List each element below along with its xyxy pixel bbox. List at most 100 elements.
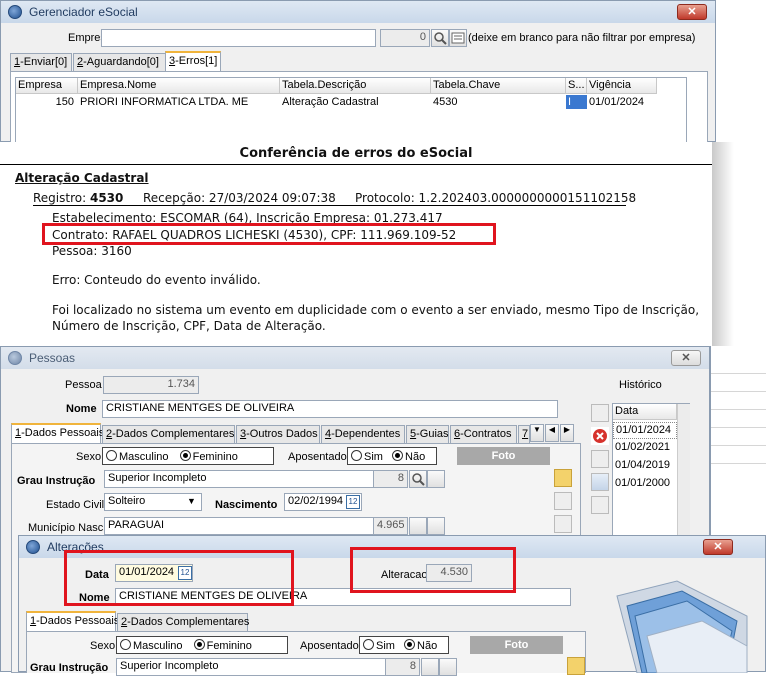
tab-dados-complementares[interactable]: 2-Dados Complementares <box>102 425 235 444</box>
folder-illustration-icon <box>616 580 748 673</box>
search-icon[interactable] <box>431 29 449 47</box>
foto-button[interactable]: Foto <box>470 636 563 654</box>
grau-instrucao-code[interactable]: 8 <box>385 658 420 676</box>
cell-tabela-chave: 4530 <box>433 96 458 108</box>
nome-input[interactable]: CRISTIANE MENTGES DE OLIVEIRA <box>102 400 558 418</box>
sexo-masculino-radio[interactable]: Masculino <box>106 450 169 463</box>
col-empresa[interactable]: Empresa <box>16 78 78 94</box>
pessoas-tabs: 1-Dados Pessoais 2-Dados Complementares … <box>11 423 581 444</box>
gerenciador-title: Gerenciador eSocial <box>29 5 138 19</box>
tab-more[interactable]: 7 <box>518 425 530 444</box>
message-line-2: Número de Inscrição, CPF, Data de Altera… <box>52 319 326 333</box>
cancel-icon[interactable] <box>591 427 609 445</box>
list-icon[interactable] <box>449 29 467 47</box>
window-icon[interactable] <box>591 473 609 491</box>
close-button[interactable]: ✕ <box>703 539 733 555</box>
grau-instrucao-code[interactable]: 8 <box>373 470 408 488</box>
tab-aguardando[interactable]: 2-Aguardando[0] <box>73 53 169 72</box>
aposentado-sim-radio[interactable]: Sim <box>363 639 395 652</box>
table-row[interactable]: 150 PRIORI INFORMATICA LTDA. ME Alteraçã… <box>16 95 658 112</box>
tab-guias[interactable]: 5-Guias <box>406 425 449 444</box>
col-tabela-descricao[interactable]: Tabela.Descrição <box>280 78 431 94</box>
list-icon[interactable] <box>427 517 445 535</box>
grau-instrucao-label: Grau Instrução <box>17 475 96 487</box>
aposentado-group: Sim Não <box>359 636 449 654</box>
historico-date[interactable]: 01/01/2000 <box>613 476 677 490</box>
sexo-label: Sexo <box>90 640 116 652</box>
tab-erros[interactable]: 3-Erros[1] <box>165 51 221 72</box>
empresa-code-input[interactable]: 0 <box>380 29 430 47</box>
gerenciador-tabs: 1-Enviar[0] 2-Aguardando[0] 3-Erros[1] <box>10 51 710 72</box>
estado-civil-label: Estado Civil <box>46 499 105 511</box>
calendar-icon[interactable]: 12 <box>346 495 360 509</box>
tab-dados-pessoais[interactable]: 1-Dados Pessoais <box>11 423 104 444</box>
municipio-label: Município Nasc. <box>28 522 107 534</box>
aposentado-nao-radio[interactable]: Não <box>404 639 437 652</box>
tool-icon[interactable] <box>591 496 609 514</box>
search-icon[interactable] <box>409 517 427 535</box>
search-icon[interactable] <box>421 658 439 676</box>
save-icon[interactable] <box>554 492 572 510</box>
grau-instrucao-input[interactable]: Superior Incompleto <box>116 658 420 676</box>
cell-status: I <box>566 95 587 109</box>
municipio-input[interactable]: PARAGUAI <box>104 517 408 535</box>
cell-empresa-nome: PRIORI INFORMATICA LTDA. ME <box>80 96 249 108</box>
folder-icon[interactable] <box>567 657 585 675</box>
edit-icon[interactable] <box>591 404 609 422</box>
recepcao-text: Recepção: 27/03/2024 09:07:38 <box>143 191 336 205</box>
col-status[interactable]: S... <box>566 78 587 94</box>
tabs-prev-icon[interactable]: ◀ <box>545 424 559 442</box>
aposentado-nao-radio[interactable]: Não <box>392 450 425 463</box>
chevron-down-icon[interactable]: ▼ <box>187 496 196 506</box>
empresa-hint: (deixe em branco para não filtrar por em… <box>468 32 696 44</box>
cell-vigencia: 01/01/2024 <box>589 96 645 108</box>
foto-button[interactable]: Foto <box>457 447 550 465</box>
tab-outros-dados[interactable]: 3-Outros Dados <box>236 425 320 444</box>
historico-date[interactable]: 01/02/2021 <box>613 440 677 454</box>
sexo-group: Masculino Feminino <box>102 447 274 465</box>
tab-dependentes[interactable]: 4-Dependentes <box>321 425 405 444</box>
aposentado-sim-radio[interactable]: Sim <box>351 450 383 463</box>
tab-contratos[interactable]: 6-Contratos <box>450 425 517 444</box>
list-icon[interactable] <box>439 658 457 676</box>
tabs-dropdown-icon[interactable]: ▼ <box>530 424 544 442</box>
blank-icon[interactable] <box>591 450 609 468</box>
col-tabela-chave[interactable]: Tabela.Chave <box>431 78 566 94</box>
historico-col-data[interactable]: Data <box>613 404 677 420</box>
col-empresa-nome[interactable]: Empresa.Nome <box>78 78 280 94</box>
pessoas-titlebar: Pessoas ✕ <box>1 347 709 369</box>
folder-icon[interactable] <box>554 469 572 487</box>
municipio-code[interactable]: 4.965 <box>373 517 408 535</box>
report-right-shadow <box>712 142 766 346</box>
tabs-next-icon[interactable]: ▶ <box>560 424 574 442</box>
sexo-masculino-radio[interactable]: Masculino <box>120 639 183 652</box>
sexo-feminino-radio[interactable]: Feminino <box>179 450 238 463</box>
tab-dados-complementares[interactable]: 2-Dados Complementares <box>117 613 249 632</box>
app-icon <box>8 5 22 19</box>
tab-enviar[interactable]: 1-Enviar[0] <box>10 53 72 72</box>
close-button[interactable]: ✕ <box>677 4 707 20</box>
grau-instrucao-input[interactable]: Superior Incompleto <box>104 470 408 488</box>
background-window-lines <box>711 356 766 476</box>
close-button[interactable]: ✕ <box>671 350 701 366</box>
historico-date[interactable]: 01/01/2024 <box>613 422 677 439</box>
trash-icon[interactable] <box>554 515 572 533</box>
grau-instrucao-label: Grau Instrução <box>30 662 109 674</box>
highlight-alteracao <box>350 547 516 593</box>
tab-dados-pessoais[interactable]: 1-Dados Pessoais <box>26 611 119 632</box>
errors-grid: Empresa Empresa.Nome Tabela.Descrição Ta… <box>15 77 687 143</box>
pessoa-label: Pessoa <box>65 379 102 391</box>
registro-label: Registro: <box>33 191 87 205</box>
empresa-name-input[interactable] <box>101 29 376 47</box>
sexo-feminino-radio[interactable]: Feminino <box>193 639 252 652</box>
historico-date[interactable]: 01/04/2019 <box>613 458 677 472</box>
message-line-1: Foi localizado no sistema um evento em d… <box>52 303 700 317</box>
col-vigencia[interactable]: Vigência <box>587 78 657 94</box>
search-icon[interactable] <box>409 470 427 488</box>
list-icon[interactable] <box>427 470 445 488</box>
app-icon <box>26 540 40 554</box>
aposentado-group: Sim Não <box>347 447 437 465</box>
aposentado-label: Aposentado <box>300 640 359 652</box>
protocolo-text: Protocolo: 1.2.202403.000000000015110215… <box>355 191 637 205</box>
historico-label: Histórico <box>619 379 662 391</box>
